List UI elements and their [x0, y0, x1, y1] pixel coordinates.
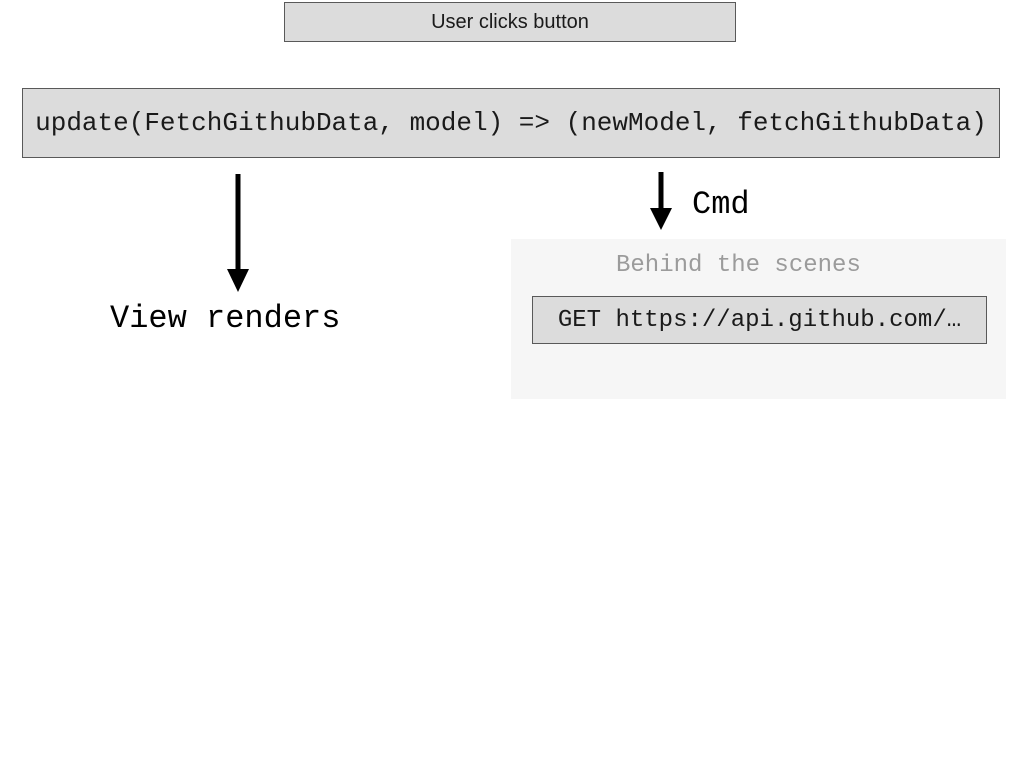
- get-request-text: GET https://api.github.com/…: [558, 307, 961, 334]
- user-clicks-box: User clicks button: [284, 2, 736, 42]
- arrow-down-icon: [222, 174, 254, 294]
- get-request-box: GET https://api.github.com/…: [532, 296, 987, 344]
- user-clicks-label: User clicks button: [431, 11, 589, 34]
- behind-scenes-title: Behind the scenes: [616, 252, 861, 279]
- update-function-box: update(FetchGithubData, model) => (newMo…: [22, 88, 1000, 158]
- view-renders-label: View renders: [110, 300, 340, 337]
- update-function-text: update(FetchGithubData, model) => (newMo…: [35, 108, 987, 138]
- arrow-down-icon: [645, 172, 677, 232]
- cmd-label: Cmd: [692, 186, 750, 223]
